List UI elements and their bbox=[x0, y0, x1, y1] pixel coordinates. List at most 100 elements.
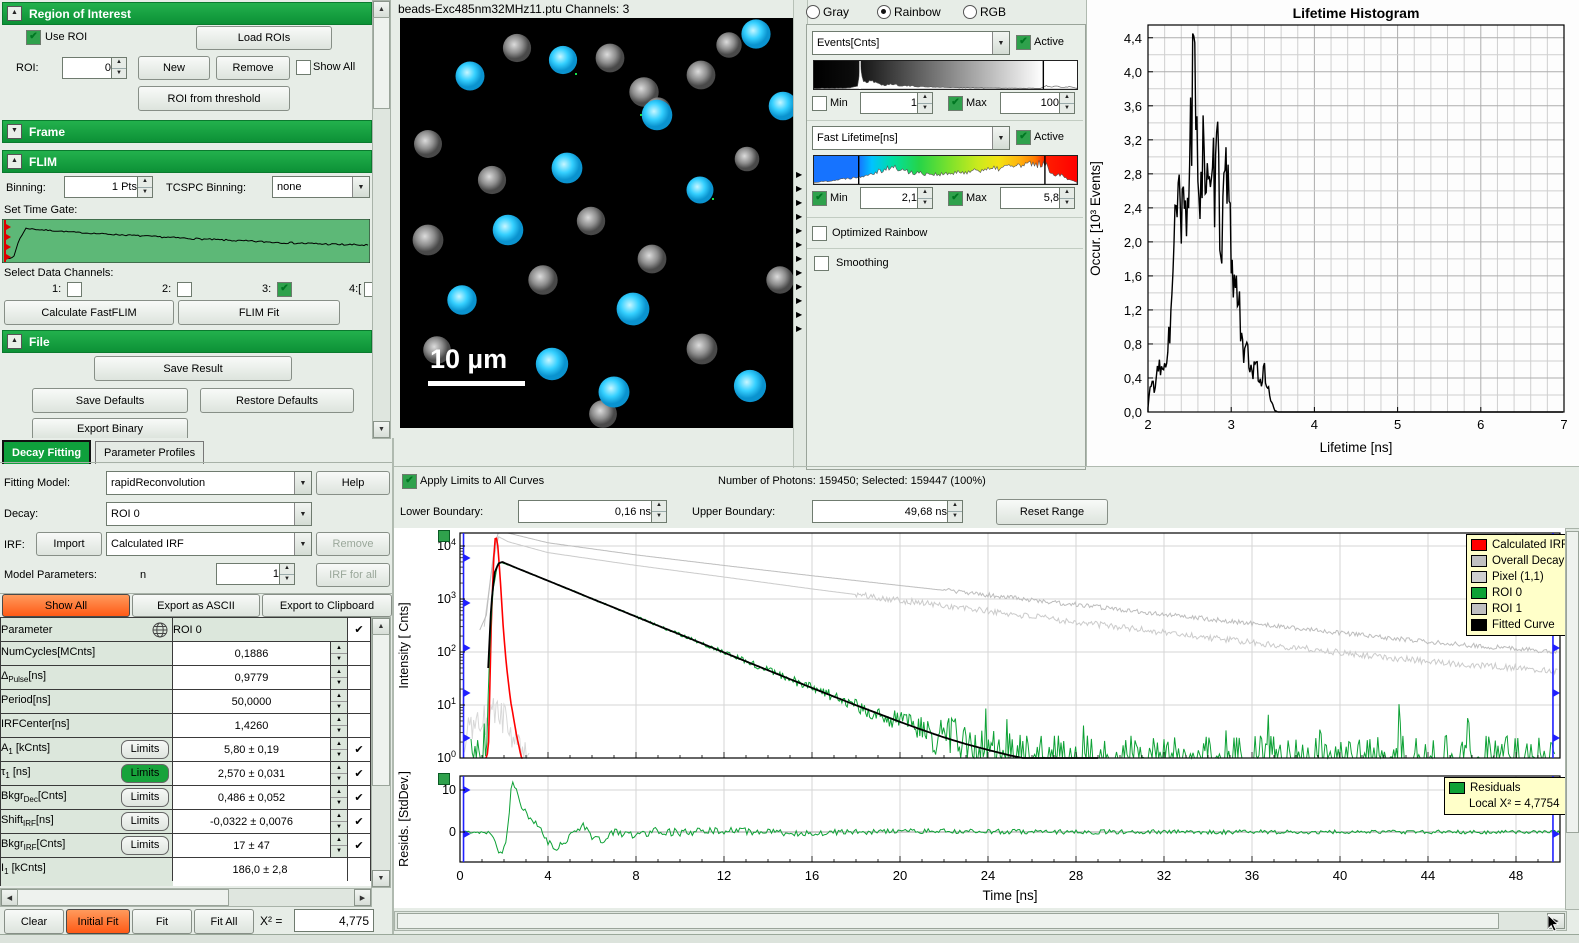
time-gate-plot[interactable] bbox=[2, 219, 370, 263]
scroll-up-icon[interactable]: ▲ bbox=[373, 1, 390, 18]
residuals-resize-handle[interactable] bbox=[438, 773, 450, 785]
irf-for-all-button[interactable]: IRF for all bbox=[316, 563, 390, 587]
mode-radio-gray[interactable] bbox=[806, 5, 820, 19]
param-value-9[interactable]: 186,0 ± 2,8 bbox=[172, 857, 348, 882]
restore-defaults-button[interactable]: Restore Defaults bbox=[200, 388, 354, 413]
globe-icon[interactable] bbox=[152, 622, 168, 638]
scroll-right-icon[interactable]: ▶ bbox=[354, 889, 371, 906]
chevron-down-icon[interactable]: ▼ bbox=[294, 533, 311, 555]
events-max-checkbox[interactable] bbox=[948, 96, 963, 111]
scrollbar-thumb[interactable] bbox=[373, 17, 390, 109]
events-histogram-bar[interactable] bbox=[813, 60, 1078, 90]
events-active-checkbox[interactable] bbox=[1016, 35, 1031, 50]
plot-vscrollbar[interactable] bbox=[1565, 528, 1579, 910]
param-value-7[interactable]: -0,0322 ± 0,0076 bbox=[172, 809, 331, 834]
scrollbar-thumb[interactable] bbox=[397, 913, 1499, 929]
lifetime-max-spinner[interactable]: ▲ ▼ bbox=[1059, 187, 1075, 209]
table-hscrollbar[interactable]: ◀ ▶ bbox=[0, 888, 372, 907]
param-check-6[interactable]: ✔ bbox=[347, 785, 371, 810]
scroll-up-icon[interactable]: ▲ bbox=[372, 618, 390, 635]
export-ascii-button[interactable]: Export as ASCII bbox=[132, 594, 260, 617]
param-check-7[interactable]: ✔ bbox=[347, 809, 371, 834]
decay-select-dropdown[interactable]: ROI 0 ▼ bbox=[106, 502, 312, 526]
lifetime-min-spinner[interactable]: ▲ ▼ bbox=[917, 187, 933, 209]
decay-plot[interactable]: 1041031021011001000 4 8 12 16 20 24 28 32 36 40 44 4… bbox=[394, 528, 1565, 908]
tcspc-binning-dropdown[interactable]: none ▼ bbox=[272, 176, 370, 198]
help-button[interactable]: Help bbox=[316, 471, 390, 495]
param-value-5[interactable]: 2,570 ± 0,031 bbox=[172, 761, 331, 786]
param-value-2[interactable]: 50,0000 bbox=[172, 689, 331, 714]
param-check-5[interactable]: ✔ bbox=[347, 761, 371, 786]
mode-radio-rgb[interactable] bbox=[963, 5, 977, 19]
events-min-spinner[interactable]: ▲ ▼ bbox=[917, 92, 933, 114]
lifetime-max-checkbox[interactable] bbox=[948, 191, 963, 206]
upper-boundary-spinner[interactable]: ▲ ▼ bbox=[947, 500, 963, 523]
file-section-header[interactable]: ▲ File bbox=[2, 330, 372, 353]
table-vscrollbar[interactable]: ▲ ▼ bbox=[371, 617, 391, 888]
export-clipboard-button[interactable]: Export to Clipboard bbox=[262, 594, 392, 617]
scroll-down-icon[interactable]: ▼ bbox=[372, 870, 390, 887]
save-defaults-button[interactable]: Save Defaults bbox=[32, 388, 188, 413]
channel-1-checkbox[interactable] bbox=[67, 282, 82, 297]
chevron-down-icon[interactable]: ▼ bbox=[294, 472, 311, 494]
flim-fit-button[interactable]: FLIM Fit bbox=[178, 300, 340, 325]
plot-hscrollbar[interactable]: ▶ bbox=[394, 911, 1567, 931]
events-max-spinner[interactable]: ▲ ▼ bbox=[1059, 92, 1075, 114]
limits-button-4[interactable]: Limits bbox=[121, 740, 169, 759]
chevron-down-icon[interactable]: ▼ bbox=[992, 32, 1009, 54]
events-max-field[interactable]: 100 bbox=[1000, 92, 1064, 114]
fit-all-button[interactable]: Fit All bbox=[194, 909, 254, 934]
param-spinner-0[interactable]: ▲ ▼ bbox=[330, 641, 348, 666]
load-rois-button[interactable]: Load ROIs bbox=[196, 26, 332, 50]
chevron-down-icon[interactable]: ▼ bbox=[992, 127, 1009, 149]
lifetime-active-checkbox[interactable] bbox=[1016, 130, 1031, 145]
limits-button-8[interactable]: Limits bbox=[121, 836, 169, 855]
scroll-left-icon[interactable]: ◀ bbox=[1, 889, 18, 906]
flim-image-view[interactable]: 10 µm bbox=[400, 18, 793, 428]
param-check-3[interactable] bbox=[347, 713, 371, 738]
chevron-down-icon[interactable]: ▼ bbox=[352, 177, 369, 197]
param-value-3[interactable]: 1,4260 bbox=[172, 713, 331, 738]
import-irf-button[interactable]: Import bbox=[36, 532, 102, 556]
show-all-rois-checkbox[interactable] bbox=[296, 60, 311, 75]
param-check-1[interactable] bbox=[347, 665, 371, 690]
n-parameter-spinner[interactable]: ▲ ▼ bbox=[279, 563, 295, 585]
param-spinner-6[interactable]: ▲ ▼ bbox=[330, 785, 348, 810]
lower-boundary-field[interactable]: 0,16 ns bbox=[518, 500, 656, 523]
upper-boundary-field[interactable]: 49,68 ns bbox=[812, 500, 952, 523]
fit-button[interactable]: Fit bbox=[132, 909, 192, 934]
channel-3-checkbox[interactable] bbox=[277, 282, 292, 297]
initial-fit-button[interactable]: Initial Fit bbox=[66, 909, 130, 934]
scrollbar-thumb[interactable] bbox=[17, 889, 229, 906]
export-binary-button[interactable]: Export Binary bbox=[32, 418, 188, 438]
param-spinner-3[interactable]: ▲ ▼ bbox=[330, 713, 348, 738]
roi-from-threshold-button[interactable]: ROI from threshold bbox=[138, 86, 290, 111]
lifetime-min-field[interactable]: 2,1 bbox=[860, 187, 922, 209]
column-header-roi0[interactable]: ROI 0 bbox=[172, 617, 348, 642]
scrollbar-thumb[interactable] bbox=[1566, 531, 1579, 833]
param-check-8[interactable]: ✔ bbox=[347, 833, 371, 858]
collapse-down-icon[interactable]: ▼ bbox=[7, 124, 22, 139]
events-parameter-dropdown[interactable]: Events[Cnts] ▼ bbox=[812, 31, 1010, 55]
limits-button-6[interactable]: Limits bbox=[121, 788, 169, 807]
show-all-button[interactable]: Show All bbox=[2, 594, 130, 617]
param-spinner-1[interactable]: ▲ ▼ bbox=[330, 665, 348, 690]
lifetime-rainbow-bar[interactable] bbox=[813, 155, 1078, 185]
collapse-up-icon[interactable]: ▲ bbox=[7, 6, 22, 21]
events-min-checkbox[interactable] bbox=[812, 96, 827, 111]
param-value-6[interactable]: 0,486 ± 0,052 bbox=[172, 785, 331, 810]
param-spinner-7[interactable]: ▲ ▼ bbox=[330, 809, 348, 834]
fitting-model-dropdown[interactable]: rapidReconvolution ▼ bbox=[106, 471, 312, 495]
column-check-all[interactable]: ✔ bbox=[347, 617, 371, 642]
param-spinner-8[interactable]: ▲ ▼ bbox=[330, 833, 348, 858]
param-check-4[interactable]: ✔ bbox=[347, 737, 371, 762]
roi-index-spinner[interactable]: ▲ ▼ bbox=[111, 57, 127, 79]
param-check-0[interactable] bbox=[347, 641, 371, 666]
param-spinner-4[interactable]: ▲ ▼ bbox=[330, 737, 348, 762]
collapse-up-icon[interactable]: ▲ bbox=[7, 334, 22, 349]
plot-resize-handle[interactable] bbox=[438, 530, 450, 542]
roi-section-header[interactable]: ▲ Region of Interest bbox=[2, 2, 372, 25]
irf-dropdown[interactable]: Calculated IRF ▼ bbox=[106, 532, 312, 556]
lifetime-max-field[interactable]: 5,8 bbox=[1000, 187, 1064, 209]
param-value-0[interactable]: 0,1886 bbox=[172, 641, 331, 666]
